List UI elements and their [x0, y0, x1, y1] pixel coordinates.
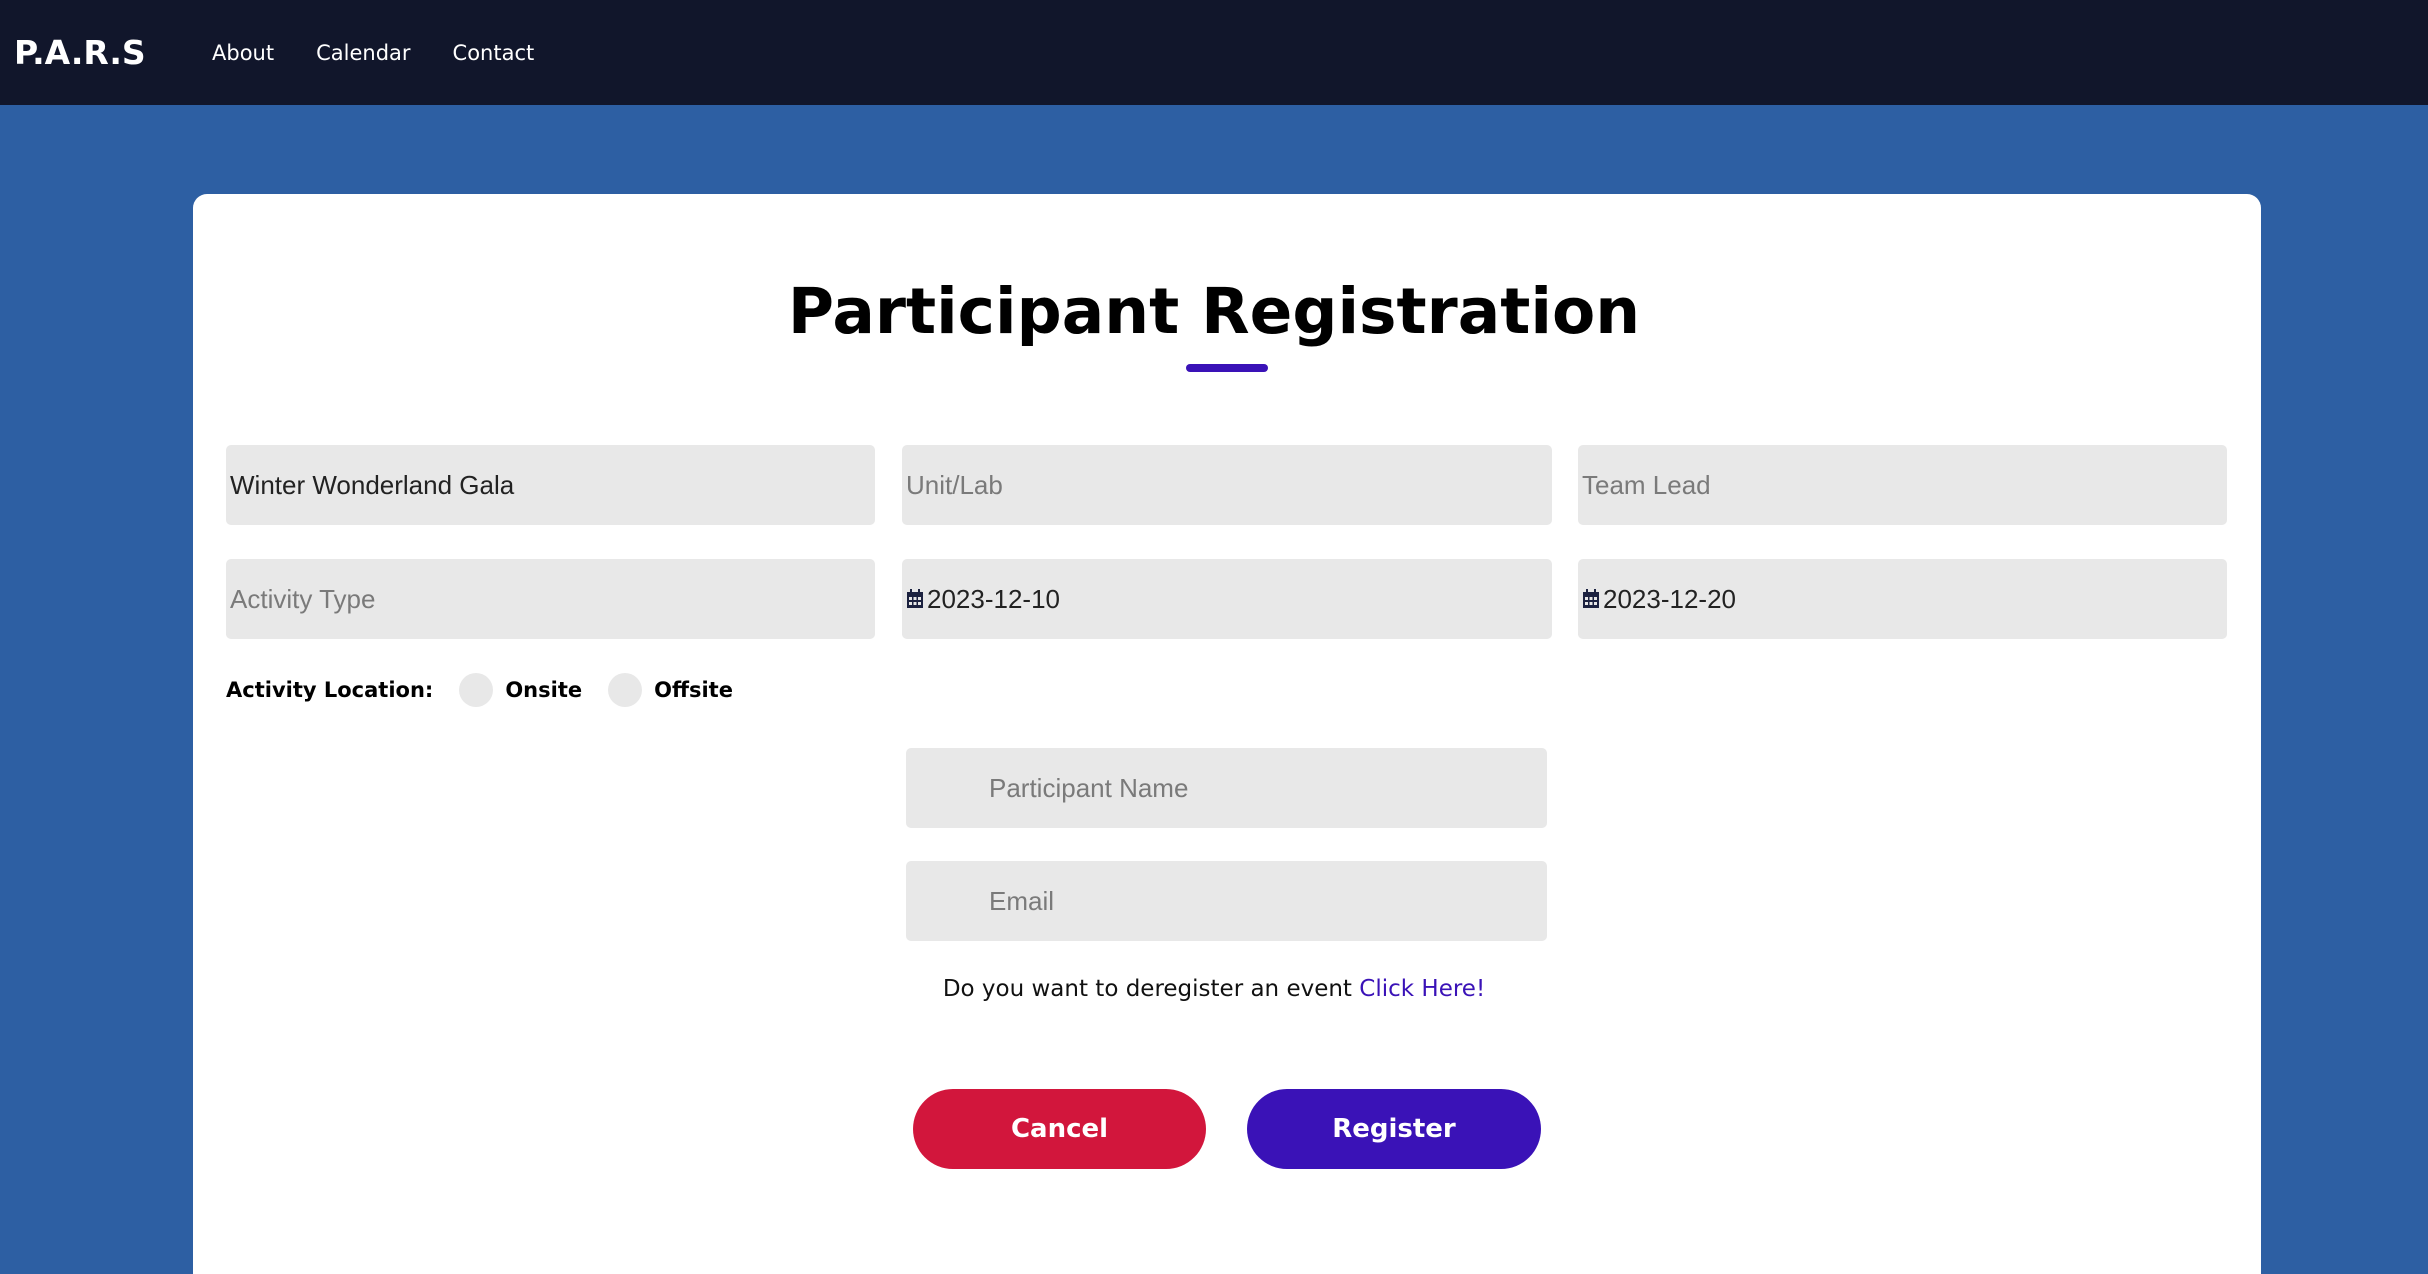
page-title: Participant Registration	[787, 275, 1641, 348]
participant-name-input[interactable]: Participant Name	[906, 748, 1547, 828]
unit-lab-placeholder: Unit/Lab	[906, 469, 1003, 500]
start-date-value: 2023-12-10	[927, 583, 1060, 614]
deregister-prompt: Do you want to deregister an event Click…	[0, 976, 2428, 1002]
nav-link-calendar[interactable]: Calendar	[316, 41, 410, 65]
offsite-radio[interactable]	[608, 673, 643, 707]
nav-link-contact[interactable]: Contact	[453, 41, 535, 65]
start-date-field[interactable]: 2023-12-10	[902, 559, 1552, 639]
team-lead-field[interactable]: Team Lead	[1578, 445, 2227, 525]
calendar-icon	[907, 589, 923, 608]
end-date-value: 2023-12-20	[1603, 583, 1736, 614]
end-date-field[interactable]: 2023-12-20	[1578, 559, 2227, 639]
nav-links: About Calendar Contact	[212, 0, 576, 105]
unit-lab-field[interactable]: Unit/Lab	[902, 445, 1552, 525]
event-name-value: Winter Wonderland Gala	[230, 469, 515, 500]
onsite-label[interactable]: Onsite	[505, 678, 582, 702]
cancel-button[interactable]: Cancel	[913, 1089, 1206, 1169]
brand-logo[interactable]: P.A.R.S	[14, 0, 146, 105]
email-input[interactable]: Email	[906, 861, 1547, 941]
activity-location-group: Activity Location: Onsite Offsite	[226, 670, 759, 710]
top-navbar: P.A.R.S About Calendar Contact	[0, 0, 2428, 105]
nav-link-about[interactable]: About	[212, 41, 274, 65]
offsite-label[interactable]: Offsite	[654, 678, 733, 702]
activity-location-label: Activity Location:	[226, 678, 434, 702]
event-name-field[interactable]: Winter Wonderland Gala	[226, 445, 875, 525]
email-placeholder: Email	[989, 885, 1055, 916]
participant-name-placeholder: Participant Name	[989, 772, 1189, 803]
registration-card	[193, 194, 2261, 1274]
calendar-icon	[1583, 589, 1599, 608]
title-underline	[1186, 364, 1268, 372]
register-button[interactable]: Register	[1247, 1089, 1541, 1169]
deregister-link[interactable]: Click Here!	[1359, 976, 1485, 1002]
onsite-radio[interactable]	[459, 673, 494, 707]
activity-type-field[interactable]: Activity Type	[226, 559, 875, 639]
team-lead-placeholder: Team Lead	[1582, 469, 1711, 500]
deregister-text: Do you want to deregister an event	[942, 976, 1352, 1002]
activity-type-placeholder: Activity Type	[230, 583, 376, 614]
